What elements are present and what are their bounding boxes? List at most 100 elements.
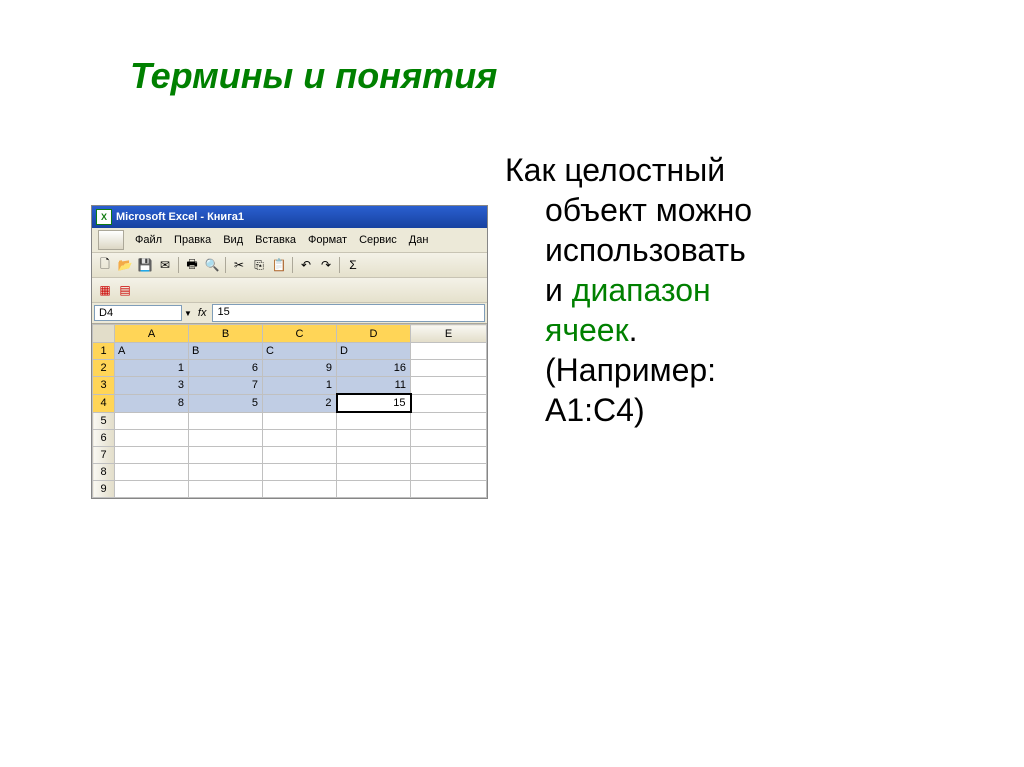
cell[interactable]: [337, 464, 411, 481]
cell[interactable]: [411, 394, 487, 412]
col-header-b[interactable]: B: [189, 325, 263, 343]
select-all-corner[interactable]: [93, 325, 115, 343]
cell[interactable]: [115, 447, 189, 464]
cell[interactable]: [411, 360, 487, 377]
cell[interactable]: 3: [115, 377, 189, 395]
cell[interactable]: [411, 464, 487, 481]
cell[interactable]: [263, 481, 337, 498]
cell[interactable]: 5: [189, 394, 263, 412]
pdf-icon[interactable]: ▦: [96, 281, 114, 299]
cell[interactable]: [337, 430, 411, 447]
undo-icon[interactable]: ↶: [297, 256, 315, 274]
cell[interactable]: [189, 430, 263, 447]
cell[interactable]: 11: [337, 377, 411, 395]
window-control-icon[interactable]: [98, 230, 124, 250]
formula-bar-row: D4 ▼ fx 15: [92, 303, 487, 324]
col-header-e[interactable]: E: [411, 325, 487, 343]
menu-tools[interactable]: Сервис: [354, 232, 402, 248]
row-header[interactable]: 9: [93, 481, 115, 498]
toolbar-secondary: ▦ ▤: [92, 278, 487, 303]
new-icon[interactable]: 🗋: [96, 256, 114, 274]
cell[interactable]: [337, 412, 411, 430]
row-header[interactable]: 3: [93, 377, 115, 395]
cell[interactable]: 1: [115, 360, 189, 377]
menu-view[interactable]: Вид: [218, 232, 248, 248]
text-line: и диапазон: [505, 270, 885, 310]
excel-app-icon: X: [96, 209, 112, 225]
formula-bar[interactable]: 15: [212, 304, 485, 322]
cell[interactable]: [115, 464, 189, 481]
cell[interactable]: 8: [115, 394, 189, 412]
cell[interactable]: [337, 447, 411, 464]
mail-icon[interactable]: ✉: [156, 256, 174, 274]
copy-icon[interactable]: ⎘: [250, 256, 268, 274]
cell[interactable]: [337, 481, 411, 498]
cell[interactable]: [411, 412, 487, 430]
cell[interactable]: [411, 343, 487, 360]
redo-icon[interactable]: ↷: [317, 256, 335, 274]
save-icon[interactable]: 💾: [136, 256, 154, 274]
text-line: Как целостный: [505, 152, 725, 188]
cell[interactable]: [189, 447, 263, 464]
cell[interactable]: [189, 464, 263, 481]
row-header[interactable]: 2: [93, 360, 115, 377]
menu-format[interactable]: Формат: [303, 232, 352, 248]
cell[interactable]: 7: [189, 377, 263, 395]
active-cell[interactable]: 15: [337, 394, 411, 412]
print-icon[interactable]: 🖶: [183, 256, 201, 274]
row-header[interactable]: 1: [93, 343, 115, 360]
cell[interactable]: [411, 377, 487, 395]
open-icon[interactable]: 📂: [116, 256, 134, 274]
row-header[interactable]: 8: [93, 464, 115, 481]
row-header[interactable]: 5: [93, 412, 115, 430]
cell[interactable]: 6: [189, 360, 263, 377]
separator: [292, 257, 293, 273]
row-header[interactable]: 4: [93, 394, 115, 412]
preview-icon[interactable]: 🔍: [203, 256, 221, 274]
text-span: и: [545, 272, 572, 308]
menu-insert[interactable]: Вставка: [250, 232, 301, 248]
cell[interactable]: C: [263, 343, 337, 360]
row-header[interactable]: 7: [93, 447, 115, 464]
text-line: А1:С4): [505, 390, 885, 430]
cell[interactable]: [189, 412, 263, 430]
cell[interactable]: D: [337, 343, 411, 360]
cell[interactable]: 2: [263, 394, 337, 412]
separator: [339, 257, 340, 273]
cell[interactable]: 9: [263, 360, 337, 377]
cell[interactable]: [411, 430, 487, 447]
autosum-icon[interactable]: Σ: [344, 256, 362, 274]
cell[interactable]: A: [115, 343, 189, 360]
chart-icon[interactable]: ▤: [116, 281, 134, 299]
menu-file[interactable]: Файл: [130, 232, 167, 248]
cell[interactable]: 16: [337, 360, 411, 377]
cell[interactable]: B: [189, 343, 263, 360]
cell[interactable]: [189, 481, 263, 498]
cell[interactable]: [263, 430, 337, 447]
col-header-c[interactable]: C: [263, 325, 337, 343]
cut-icon[interactable]: ✂: [230, 256, 248, 274]
cell[interactable]: [115, 412, 189, 430]
cell[interactable]: [411, 447, 487, 464]
cell[interactable]: [411, 481, 487, 498]
menu-data[interactable]: Дан: [404, 232, 434, 248]
menu-edit[interactable]: Правка: [169, 232, 216, 248]
text-line: (Например:: [505, 350, 885, 390]
row-header[interactable]: 6: [93, 430, 115, 447]
toolbar-standard: 🗋 📂 💾 ✉ 🖶 🔍 ✂ ⎘ 📋 ↶ ↷ Σ: [92, 253, 487, 278]
fx-icon[interactable]: fx: [194, 307, 211, 319]
cell[interactable]: [263, 412, 337, 430]
highlight-term: диапазон: [572, 272, 711, 308]
name-box[interactable]: D4: [94, 305, 182, 321]
dropdown-icon[interactable]: ▼: [184, 309, 192, 318]
spreadsheet-grid[interactable]: A B C D E 1 A B C D 2 1 6 9 16 3 3 7 1 1…: [92, 324, 487, 498]
cell[interactable]: [115, 430, 189, 447]
cell[interactable]: [263, 464, 337, 481]
paste-icon[interactable]: 📋: [270, 256, 288, 274]
cell[interactable]: 1: [263, 377, 337, 395]
cell[interactable]: [115, 481, 189, 498]
col-header-a[interactable]: A: [115, 325, 189, 343]
slide-title: Термины и понятия: [130, 55, 497, 97]
col-header-d[interactable]: D: [337, 325, 411, 343]
cell[interactable]: [263, 447, 337, 464]
